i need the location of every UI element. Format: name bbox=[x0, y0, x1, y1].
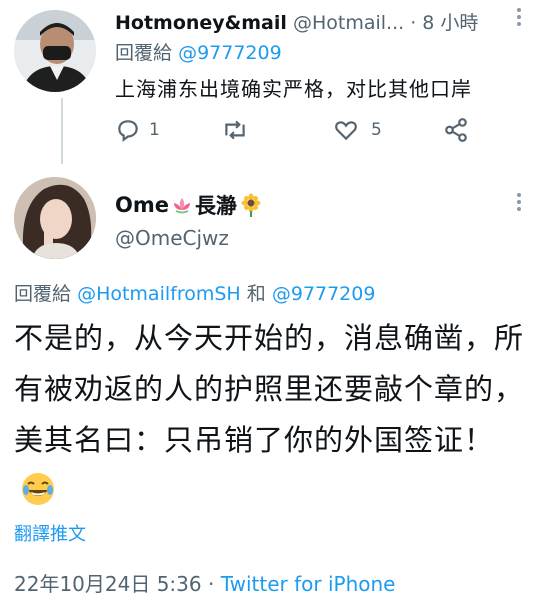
tweet1-reply-to: 回覆給 @9777209 bbox=[115, 38, 282, 65]
reply-handle-link[interactable]: @HotmailfromSH bbox=[77, 283, 241, 305]
tweet2-metadata: 22年10月24日 5:36 · Twitter for iPhone bbox=[14, 568, 395, 597]
reply-and: 和 bbox=[246, 283, 266, 305]
reply-handle-link[interactable]: @9777209 bbox=[178, 42, 282, 64]
avatar-ome[interactable] bbox=[14, 177, 96, 259]
like-icon bbox=[335, 121, 357, 141]
share-icon bbox=[445, 118, 467, 142]
tweet2-name-suffix: 長瀞 bbox=[194, 194, 237, 218]
retweet-button[interactable] bbox=[221, 117, 249, 143]
share-button[interactable] bbox=[443, 117, 469, 143]
sunflower-emoji-icon bbox=[241, 193, 261, 217]
tweet2-name: Ome bbox=[115, 193, 169, 217]
tweet2-display-name[interactable]: Ome 長瀞 bbox=[115, 190, 263, 220]
tweet1-handle[interactable]: @Hotmail... bbox=[293, 12, 404, 34]
thread-connector-line bbox=[61, 98, 63, 164]
tweet2-body: 不是的，从今天开始的，消息确凿，所有被劝返的人的护照里还要敲个章的，美其名曰：只… bbox=[14, 321, 525, 457]
reply-icon bbox=[118, 120, 138, 142]
tweet1-separator: · bbox=[410, 12, 417, 34]
meta-separator: · bbox=[207, 572, 215, 596]
lotus-emoji-icon bbox=[173, 198, 190, 214]
reply-prefix: 回覆給 bbox=[115, 42, 173, 64]
tweet-date[interactable]: 22年10月24日 5:36 bbox=[14, 572, 202, 596]
reply-button[interactable]: 1 bbox=[115, 117, 160, 143]
tweet1-header: Hotmoney&mail @Hotmail... · 8 小時 bbox=[115, 8, 478, 35]
tweet2-text: 不是的，从今天开始的，消息确凿，所有被劝返的人的护照里还要敲个章的，美其名曰：只… bbox=[14, 313, 524, 523]
tweet1-actions: 1 5 bbox=[115, 117, 475, 145]
like-button[interactable]: 5 bbox=[333, 117, 382, 143]
laughing-emoji-icon bbox=[20, 471, 56, 523]
like-count: 5 bbox=[371, 120, 382, 140]
tweet1-display-name[interactable]: Hotmoney&mail bbox=[115, 12, 287, 34]
translate-tweet-link[interactable]: 翻譯推文 bbox=[14, 520, 86, 546]
tweet2-reply-to: 回覆給 @HotmailfromSH 和 @9777209 bbox=[14, 279, 375, 306]
avatar-hotmoney[interactable] bbox=[14, 10, 96, 92]
reply-count: 1 bbox=[149, 120, 160, 140]
tweet-source-link[interactable]: Twitter for iPhone bbox=[221, 572, 396, 596]
more-icon[interactable] bbox=[517, 193, 521, 214]
reply-prefix: 回覆給 bbox=[14, 283, 72, 305]
more-icon[interactable] bbox=[517, 8, 521, 29]
tweet1-text: 上海浦东出境确实严格，对比其他口岸 bbox=[115, 77, 472, 101]
tweet2-handle[interactable]: @OmeCjwz bbox=[115, 226, 229, 250]
reply-handle-link[interactable]: @9777209 bbox=[272, 283, 376, 305]
retweet-icon bbox=[225, 120, 245, 140]
tweet1-time[interactable]: 8 小時 bbox=[422, 12, 478, 34]
